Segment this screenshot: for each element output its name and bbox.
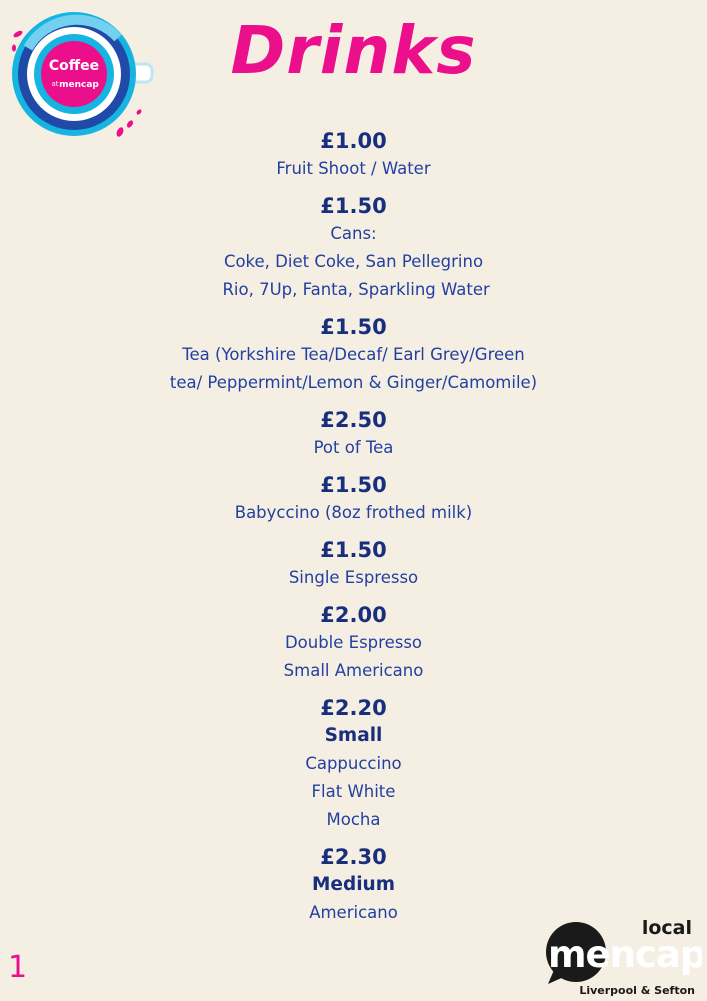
menu-item-text: Cappuccino bbox=[305, 754, 402, 773]
menu-section: £2.00 Double Espresso Small Americano bbox=[0, 601, 707, 685]
drinks-menu: £1.00 Fruit Shoot / Water £1.50 Cans: Coke, … bbox=[0, 127, 707, 936]
menu-section: £1.50 Tea (Yorkshire Tea/Decaf/ Earl Grey… bbox=[0, 313, 707, 397]
menu-item-text: Small Americano bbox=[283, 661, 424, 680]
menu-item-text: Rio, 7Up, Fanta, Sparkling Water bbox=[217, 280, 490, 299]
price-label: £1.50 bbox=[320, 315, 387, 339]
menu-item-text: Coke, Diet Coke, San Pellegrino bbox=[223, 252, 484, 271]
menu-item-text: Flat White bbox=[311, 782, 396, 801]
size-subheading: Small bbox=[324, 725, 383, 746]
price-label: £1.00 bbox=[320, 129, 387, 153]
menu-section: £1.50 Single Espresso bbox=[0, 536, 707, 592]
price-label: £1.50 bbox=[320, 473, 387, 497]
menu-item-text: Double Espresso bbox=[284, 633, 423, 652]
size-subheading: Medium bbox=[312, 874, 395, 895]
menu-item-text: Fruit Shoot / Water bbox=[276, 159, 431, 178]
price-label: £1.50 bbox=[320, 538, 387, 562]
menu-item-text: Tea (Yorkshire Tea/Decaf/ Earl Grey/Gree… bbox=[182, 345, 525, 364]
local-mencap-logo: local mencap Liverpool & Sefton bbox=[546, 917, 702, 997]
menu-section: £2.50 Pot of Tea bbox=[0, 406, 707, 462]
price-label: £2.00 bbox=[320, 603, 387, 627]
menu-section: £2.20 Small Cappuccino Flat White Mocha bbox=[0, 694, 707, 834]
menu-item-text: Babyccino (8oz frothed milk) bbox=[234, 503, 473, 522]
price-label: £2.50 bbox=[320, 408, 387, 432]
price-label: £2.20 bbox=[320, 696, 387, 720]
page-number: 1 bbox=[8, 950, 28, 985]
menu-item-text: Single Espresso bbox=[288, 568, 419, 587]
menu-item-text: Cans: bbox=[330, 224, 377, 243]
menu-section: £1.00 Fruit Shoot / Water bbox=[0, 127, 707, 183]
menu-item-text: tea/ Peppermint/Lemon & Ginger/Camomile) bbox=[169, 373, 538, 392]
menu-item-text: Pot of Tea bbox=[313, 438, 394, 457]
price-label: £1.50 bbox=[320, 194, 387, 218]
menu-item-text: Mocha bbox=[326, 810, 381, 829]
page-title: Drinks bbox=[230, 12, 477, 89]
menu-section: £1.50 Cans: Coke, Diet Coke, San Pellegrin… bbox=[0, 192, 707, 304]
price-label: £2.30 bbox=[320, 845, 387, 869]
footer-logo-brand: mencap bbox=[548, 933, 702, 976]
menu-section: £1.50 Babyccino (8oz frothed milk) bbox=[0, 471, 707, 527]
footer-logo-region: Liverpool & Sefton bbox=[579, 984, 695, 997]
